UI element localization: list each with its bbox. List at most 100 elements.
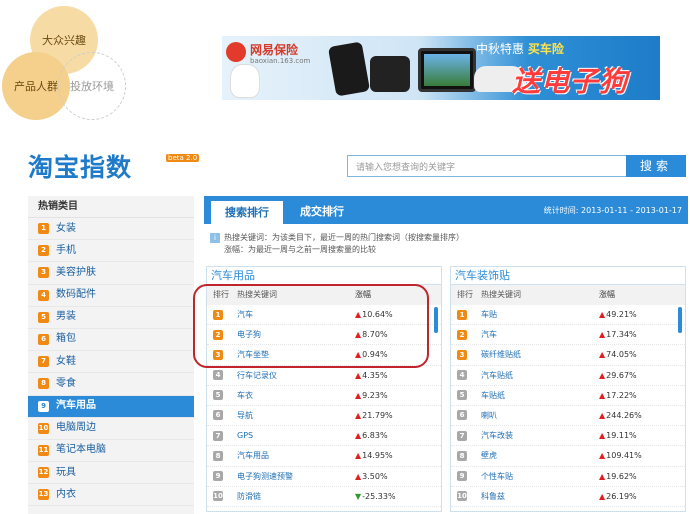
panel-title[interactable]: 汽车用品 <box>207 267 441 285</box>
banner-brand: 网易保险 <box>250 43 299 57</box>
search-input[interactable]: 请输入您想查询的关键字 <box>347 155 627 177</box>
arrow-up-icon: ▲ <box>355 390 362 400</box>
keyword-link[interactable]: 导航 <box>237 406 355 425</box>
arrow-up-icon: ▲ <box>599 350 606 360</box>
sidebar-item-label: 男装 <box>56 311 76 323</box>
keyword-link[interactable]: 电子狗 <box>237 325 355 344</box>
rank-cell: 7 <box>451 426 481 445</box>
change-value: 3.50% <box>362 471 388 481</box>
change-value: 19.62% <box>606 471 637 481</box>
table-row: 1 汽车 ▲10.64% <box>207 305 441 326</box>
change-value: 0.94% <box>362 350 388 360</box>
sidebar-item[interactable]: 12 玩具 <box>28 462 194 485</box>
change-cell: ▲14.95% <box>355 446 425 465</box>
search-button[interactable]: 搜索 <box>626 155 686 177</box>
keyword-link[interactable]: 壁虎 <box>481 446 599 465</box>
change-cell: ▲0.94% <box>355 345 425 364</box>
rank-cell: 9 <box>207 467 237 486</box>
venn-env[interactable]: 投放环境 <box>58 52 126 120</box>
rank-badge: 8 <box>457 450 467 461</box>
sidebar-item[interactable]: 13 内衣 <box>28 484 194 507</box>
banner-promo: 中秋特惠 买车险 <box>476 40 564 57</box>
rank-cell: 3 <box>207 345 237 364</box>
scrollbar[interactable] <box>434 307 438 507</box>
scrollbar[interactable] <box>678 307 682 507</box>
arrow-up-icon: ▲ <box>599 431 606 441</box>
rank-badge: 2 <box>213 329 223 340</box>
arrow-up-icon: ▲ <box>599 310 606 319</box>
keyword-link[interactable]: 汽车坐垫 <box>237 345 355 364</box>
sidebar-item[interactable]: 9 汽车用品 <box>28 395 194 418</box>
keyword-link[interactable]: 科鲁兹 <box>481 487 599 506</box>
sidebar-item[interactable]: 1 女装 <box>28 218 194 241</box>
keyword-link[interactable]: 汽车贴纸 <box>481 366 599 385</box>
tab-bar: 搜索排行 成交排行 统计时间: 2013-01-11 - 2013-01-17 <box>204 196 688 224</box>
rank-badge: 4 <box>213 370 223 381</box>
table-row: 8 汽车用品 ▲14.95% <box>207 446 441 467</box>
rank-cell: 2 <box>451 325 481 344</box>
col-change-header: 涨幅 <box>599 290 615 299</box>
sidebar-item[interactable]: 7 女鞋 <box>28 351 194 374</box>
change-value: 10.64% <box>362 310 393 319</box>
keyword-link[interactable]: 碳纤维贴纸 <box>481 345 599 364</box>
change-cell: ▲4.35% <box>355 366 425 385</box>
sidebar-item-label: 内衣 <box>56 488 76 500</box>
col-change-header: 涨幅 <box>355 290 371 299</box>
keyword-link[interactable]: 车衣 <box>237 386 355 405</box>
banner-promo-highlight: 买车险 <box>527 42 564 56</box>
rank-badge: 2 <box>457 329 467 340</box>
rank-badge: 6 <box>213 410 223 421</box>
keyword-link[interactable]: 汽车 <box>237 305 355 324</box>
scrollbar-thumb[interactable] <box>678 307 682 333</box>
arrow-up-icon: ▲ <box>355 471 362 481</box>
taobao-index-logo[interactable]: 淘宝指数 <box>28 148 132 184</box>
sidebar-item[interactable]: 6 箱包 <box>28 329 194 352</box>
panel-title[interactable]: 汽车装饰贴 <box>451 267 685 285</box>
dashcam-device-icon <box>370 56 410 92</box>
keyword-link[interactable]: 电子狗测速预警 <box>237 467 355 486</box>
arrow-up-icon: ▲ <box>355 310 362 319</box>
keyword-link[interactable]: 汽车改装 <box>481 426 599 445</box>
sidebar-item[interactable]: 11 笔记本电脑 <box>28 440 194 463</box>
scrollbar-thumb[interactable] <box>434 307 438 333</box>
change-value: 17.34% <box>606 330 637 340</box>
tab-deal-rank[interactable]: 成交排行 <box>286 200 358 224</box>
sidebar-item[interactable]: 3 美容护肤 <box>28 262 194 285</box>
change-value: 4.35% <box>362 370 388 380</box>
rank-badge: 6 <box>457 410 467 421</box>
sidebar-item-label: 女装 <box>56 222 76 234</box>
info-icon: i <box>210 233 220 243</box>
sidebar-item[interactable]: 2 手机 <box>28 240 194 263</box>
sidebar-item-label: 美容护肤 <box>56 266 96 278</box>
keyword-link[interactable]: 车贴纸 <box>481 386 599 405</box>
rank-number-badge: 4 <box>38 289 49 301</box>
keyword-link[interactable]: 汽车用品 <box>237 446 355 465</box>
change-value: 9.23% <box>362 390 388 400</box>
sidebar-item-label: 玩具 <box>56 466 76 478</box>
table-row: 4 汽车贴纸 ▲29.67% <box>451 366 685 386</box>
keyword-link[interactable]: 防滑链 <box>237 487 355 506</box>
change-value: 6.83% <box>362 431 388 441</box>
sidebar-item[interactable]: 8 零食 <box>28 373 194 396</box>
keyword-link[interactable]: 车贴 <box>481 305 599 324</box>
keyword-link[interactable]: GPS <box>237 426 355 445</box>
sidebar-item[interactable]: 4 数码配件 <box>28 285 194 307</box>
sidebar-item[interactable]: 10 电脑周边 <box>28 418 194 440</box>
keyword-link[interactable]: 汽车 <box>481 325 599 344</box>
change-value: 19.11% <box>606 431 637 441</box>
table-row: 2 电子狗 ▲8.70% <box>207 325 441 346</box>
rank-cell: 10 <box>451 487 481 506</box>
rank-cell: 6 <box>451 406 481 425</box>
rank-cell: 4 <box>207 366 237 385</box>
rank-cell: 2 <box>207 325 237 344</box>
tab-search-rank[interactable]: 搜索排行 <box>210 200 284 224</box>
rank-badge: 1 <box>457 309 467 320</box>
keyword-link[interactable]: 喇叭 <box>481 406 599 425</box>
table-row: 2 汽车 ▲17.34% <box>451 325 685 346</box>
sidebar-item[interactable]: 5 男装 <box>28 307 194 329</box>
table-row: 3 碳纤维贴纸 ▲74.05% <box>451 345 685 366</box>
rank-cell: 1 <box>207 305 237 324</box>
ad-banner[interactable]: 网易保险 baoxian.163.com 中秋特惠 买车险 送电子狗 <box>222 36 660 100</box>
keyword-link[interactable]: 行车记录仪 <box>237 366 355 385</box>
keyword-link[interactable]: 个性车贴 <box>481 467 599 486</box>
